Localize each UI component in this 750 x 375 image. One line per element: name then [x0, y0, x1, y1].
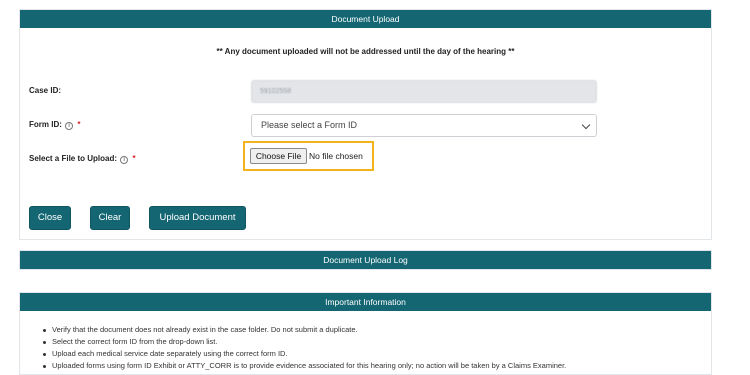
upload-document-button[interactable]: Upload Document — [149, 206, 246, 230]
important-info-header: Important Information — [20, 293, 711, 311]
chevron-down-icon — [581, 120, 591, 130]
list-item: Select the correct form ID from the drop… — [42, 336, 566, 348]
required-asterisk: * — [77, 120, 81, 129]
file-label-text: Select a File to Upload: — [29, 154, 118, 163]
info-list: Verify that the document does not alread… — [42, 324, 566, 372]
case-id-label: Case ID: — [29, 86, 62, 95]
document-upload-panel: Document Upload ** Any document uploaded… — [19, 9, 712, 240]
choose-file-button[interactable]: Choose File — [250, 148, 307, 164]
form-id-label-text: Form ID: — [29, 120, 62, 129]
hearing-notice: ** Any document uploaded will not be add… — [216, 47, 515, 56]
case-id-field: 59102558 — [251, 80, 597, 103]
upload-log-header: Document Upload Log — [20, 251, 711, 269]
important-info-panel: Important Information Verify that the do… — [19, 292, 712, 375]
upload-log-panel: Document Upload Log — [19, 250, 712, 270]
list-item: Verify that the document does not alread… — [42, 324, 566, 336]
info-icon[interactable]: i — [65, 122, 74, 130]
form-id-label: Form ID: i * — [29, 120, 80, 130]
document-upload-header: Document Upload — [20, 10, 711, 28]
list-item: Uploaded forms using form ID Exhibit or … — [42, 360, 566, 372]
list-item: Upload each medical service date separat… — [42, 348, 566, 360]
form-id-placeholder: Please select a Form ID — [261, 120, 358, 130]
required-asterisk: * — [132, 154, 136, 163]
info-icon[interactable]: i — [120, 156, 129, 164]
clear-button[interactable]: Clear — [90, 206, 130, 230]
file-status-text: No file chosen — [309, 151, 363, 161]
close-button[interactable]: Close — [29, 206, 71, 230]
form-id-select[interactable]: Please select a Form ID — [251, 114, 597, 137]
file-label: Select a File to Upload: i * — [29, 154, 136, 164]
